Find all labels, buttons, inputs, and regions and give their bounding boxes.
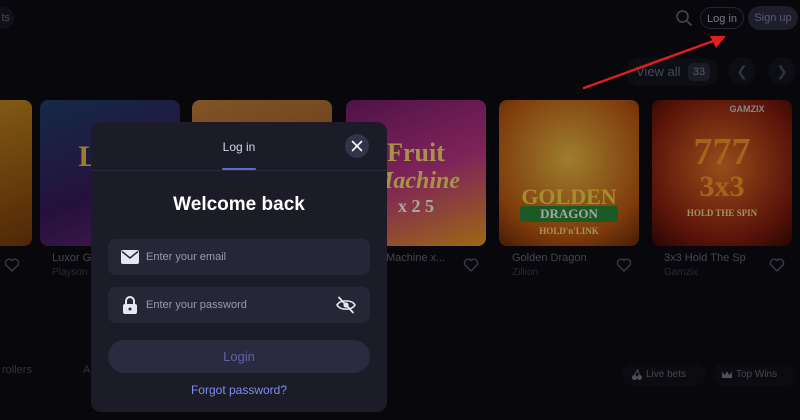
login-modal: Log in Welcome back Enter your email Ent…: [91, 122, 387, 412]
forgot-password-link[interactable]: Forgot password?: [91, 383, 387, 397]
login-submit-button[interactable]: Login: [108, 340, 370, 373]
email-placeholder: Enter your email: [146, 251, 227, 263]
tab-active-indicator: [222, 168, 256, 170]
password-field[interactable]: Enter your password: [108, 287, 370, 323]
lock-icon: [123, 296, 137, 314]
modal-title: Welcome back: [173, 194, 305, 215]
email-field[interactable]: Enter your email: [108, 239, 370, 275]
eye-off-icon[interactable]: [336, 296, 356, 314]
modal-divider: [91, 170, 387, 171]
close-button[interactable]: [345, 134, 369, 158]
close-icon: [351, 140, 363, 152]
tab-login[interactable]: Log in: [91, 140, 387, 154]
envelope-icon: [121, 250, 139, 264]
password-placeholder: Enter your password: [146, 299, 247, 311]
